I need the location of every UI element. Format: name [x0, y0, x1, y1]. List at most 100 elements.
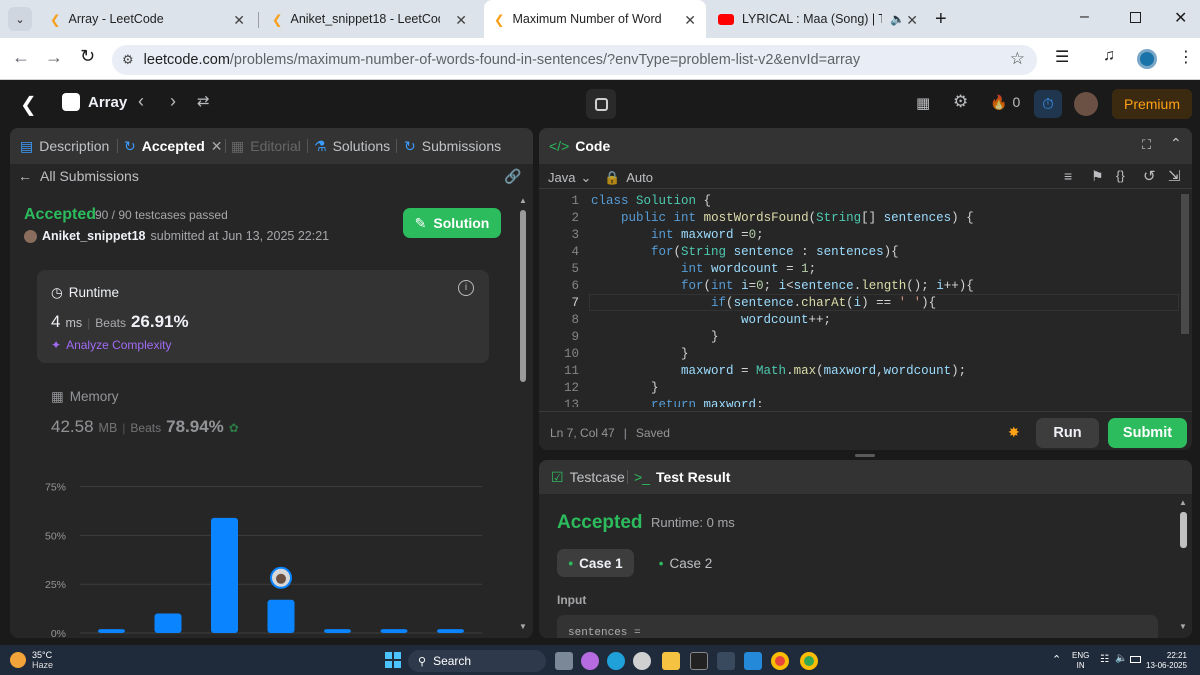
chart-bar[interactable] [324, 629, 351, 633]
code-text[interactable]: class Solution { public int mostWordsFou… [591, 192, 1179, 407]
next-problem-icon[interactable]: › [170, 91, 176, 112]
user-avatar[interactable] [1074, 92, 1098, 116]
code-line[interactable]: int maxword =0; [591, 228, 764, 245]
new-tab-button[interactable]: + [935, 8, 947, 31]
code-line[interactable]: for(String sentence : sentences){ [591, 245, 899, 262]
github-icon[interactable] [633, 652, 651, 670]
weather-widget[interactable]: 35°C Haze [10, 650, 53, 670]
debug-icon[interactable]: ✸ [1008, 424, 1020, 441]
format-icon[interactable]: ≡ [1064, 168, 1072, 184]
solution-button[interactable]: ✎ Solution [403, 208, 501, 238]
volume-icon[interactable]: 🔈 [1115, 653, 1127, 664]
maximize-icon[interactable]: ⛶ [1142, 137, 1151, 153]
info-icon[interactable]: i [458, 280, 474, 296]
cube-app-icon[interactable] [717, 652, 735, 670]
close-icon[interactable]: ✕ [233, 12, 245, 29]
restore-icon[interactable] [1130, 12, 1141, 23]
start-button[interactable] [385, 652, 401, 668]
all-submissions-link[interactable]: ← All Submissions [18, 168, 139, 184]
close-icon[interactable]: ✕ [455, 12, 467, 29]
terminal-app-icon[interactable] [690, 652, 708, 670]
layout-icon[interactable]: ▦ [916, 94, 930, 112]
menu-icon[interactable]: ⋮ [1178, 47, 1194, 67]
reload-icon[interactable]: ↻ [80, 46, 95, 67]
back-icon[interactable]: ← [12, 47, 30, 68]
bookmark-star-icon[interactable]: ☆ [1010, 49, 1025, 69]
code-line[interactable]: wordcount++; [591, 313, 831, 330]
close-window-icon[interactable]: ✕ [1174, 8, 1187, 28]
tab-testcase[interactable]: ☑ Testcase [551, 460, 625, 494]
leetcode-logo-icon[interactable]: ❮ [20, 92, 37, 117]
share-link-icon[interactable]: 🔗 [504, 168, 521, 185]
code-line[interactable]: } [591, 347, 689, 364]
chrome-icon[interactable] [771, 652, 789, 670]
close-icon[interactable]: ✕ [684, 12, 696, 29]
scroll-thumb[interactable] [1180, 512, 1187, 548]
runtime-distribution-chart[interactable]: 75% 50% 25% 0% [30, 473, 490, 638]
language-select[interactable]: Java ⌄ [548, 170, 591, 186]
minimize-icon[interactable]: – [1080, 8, 1089, 26]
tab-editorial[interactable]: ▦ Editorial [231, 128, 301, 164]
tab-submissions[interactable]: ↻ Submissions [404, 128, 501, 164]
media-control-icon[interactable]: ♫ [1103, 47, 1115, 65]
taskbar-search[interactable]: ⚲ Search [408, 650, 546, 672]
url-bar[interactable]: ⚙ leetcode.com/problems/maximum-number-o… [112, 45, 1037, 75]
battery-icon[interactable] [1130, 656, 1141, 663]
code-line[interactable]: int wordcount = 1; [591, 262, 816, 279]
shuffle-icon[interactable]: ⇄ [197, 92, 210, 110]
tab-search-button[interactable]: ⌄ [8, 7, 32, 31]
chart-bar[interactable] [380, 629, 408, 633]
browser-tab-active[interactable]: ❮ Maximum Number of Words Fo ✕ [484, 0, 706, 38]
resize-handle[interactable] [855, 454, 875, 457]
code-line[interactable]: for(int i=0; i<sentence.length(); i++){ [591, 279, 974, 296]
scroll-thumb[interactable] [520, 210, 526, 382]
timer-button[interactable]: ⏱ [1034, 90, 1062, 118]
case-2-button[interactable]: • Case 2 [647, 549, 724, 577]
premium-button[interactable]: Premium [1112, 89, 1192, 119]
streak-counter[interactable]: 🔥 0 [990, 94, 1020, 111]
code-line[interactable]: class Solution { [591, 194, 711, 211]
tab-solutions[interactable]: ⚗ Solutions [314, 128, 390, 164]
copilot-icon[interactable] [581, 652, 599, 670]
editor-scrollbar[interactable] [1181, 194, 1189, 334]
code-line[interactable]: } [591, 381, 659, 398]
speaker-icon[interactable]: 🔈 [890, 12, 905, 26]
browser-tab-2[interactable]: ❮ Aniket_snippet18 - LeetCode Pr ✕ [262, 0, 477, 38]
left-scrollbar[interactable]: ▲ ▼ [519, 196, 527, 631]
task-view-icon[interactable] [555, 652, 573, 670]
code-tab[interactable]: </> Code [549, 128, 610, 164]
edge-icon[interactable] [607, 652, 625, 670]
code-line[interactable]: public int mostWordsFound(String[] sente… [591, 211, 974, 228]
tray-expand-icon[interactable]: ⌃ [1052, 653, 1061, 666]
tab-test-result[interactable]: >_ Test Result [634, 460, 730, 494]
chart-bar[interactable] [98, 629, 125, 633]
case-1-button[interactable]: • Case 1 [557, 549, 634, 577]
browser-tab-4[interactable]: LYRICAL : Maa (Song) | Taar 🔈 ✕ [708, 0, 928, 38]
forward-icon[interactable]: → [45, 47, 63, 68]
extensions-icon[interactable]: ☰ [1055, 47, 1069, 67]
chart-bar[interactable] [267, 599, 295, 633]
problem-list-button[interactable]: Array [62, 93, 127, 111]
settings-gear-icon[interactable]: ⚙ [953, 92, 968, 112]
analyze-complexity-link[interactable]: ✦ Analyze Complexity [51, 338, 171, 352]
bookmark-icon[interactable]: ⚑ [1091, 168, 1104, 185]
code-line[interactable]: maxword = Math.max(maxword,wordcount); [591, 364, 966, 381]
memory-header[interactable]: ▦ Memory [51, 389, 119, 405]
code-line[interactable]: return maxword; [591, 398, 764, 407]
code-line[interactable]: } [591, 330, 719, 347]
code-line[interactable]: if(sentence.charAt(i) == ' '){ [591, 296, 936, 313]
chrome-profile-icon[interactable] [800, 652, 818, 670]
chart-bar[interactable] [154, 613, 182, 633]
chart-bar[interactable] [437, 629, 464, 633]
clock[interactable]: 22:21 13-06-2025 [1146, 651, 1187, 671]
close-icon[interactable]: ✕ [906, 12, 918, 29]
tab-accepted[interactable]: ↻ Accepted ✕ [124, 128, 223, 164]
language-indicator[interactable]: ENG IN [1072, 651, 1089, 671]
fullscreen-icon[interactable]: ⇲ [1168, 167, 1181, 185]
chart-bar[interactable] [211, 517, 238, 633]
file-explorer-icon[interactable] [662, 652, 680, 670]
prev-problem-icon[interactable]: ‹ [138, 91, 144, 112]
tab-description[interactable]: ▤ Description [20, 128, 109, 164]
vscode-icon[interactable] [744, 652, 762, 670]
run-button[interactable]: Run [1036, 418, 1099, 448]
